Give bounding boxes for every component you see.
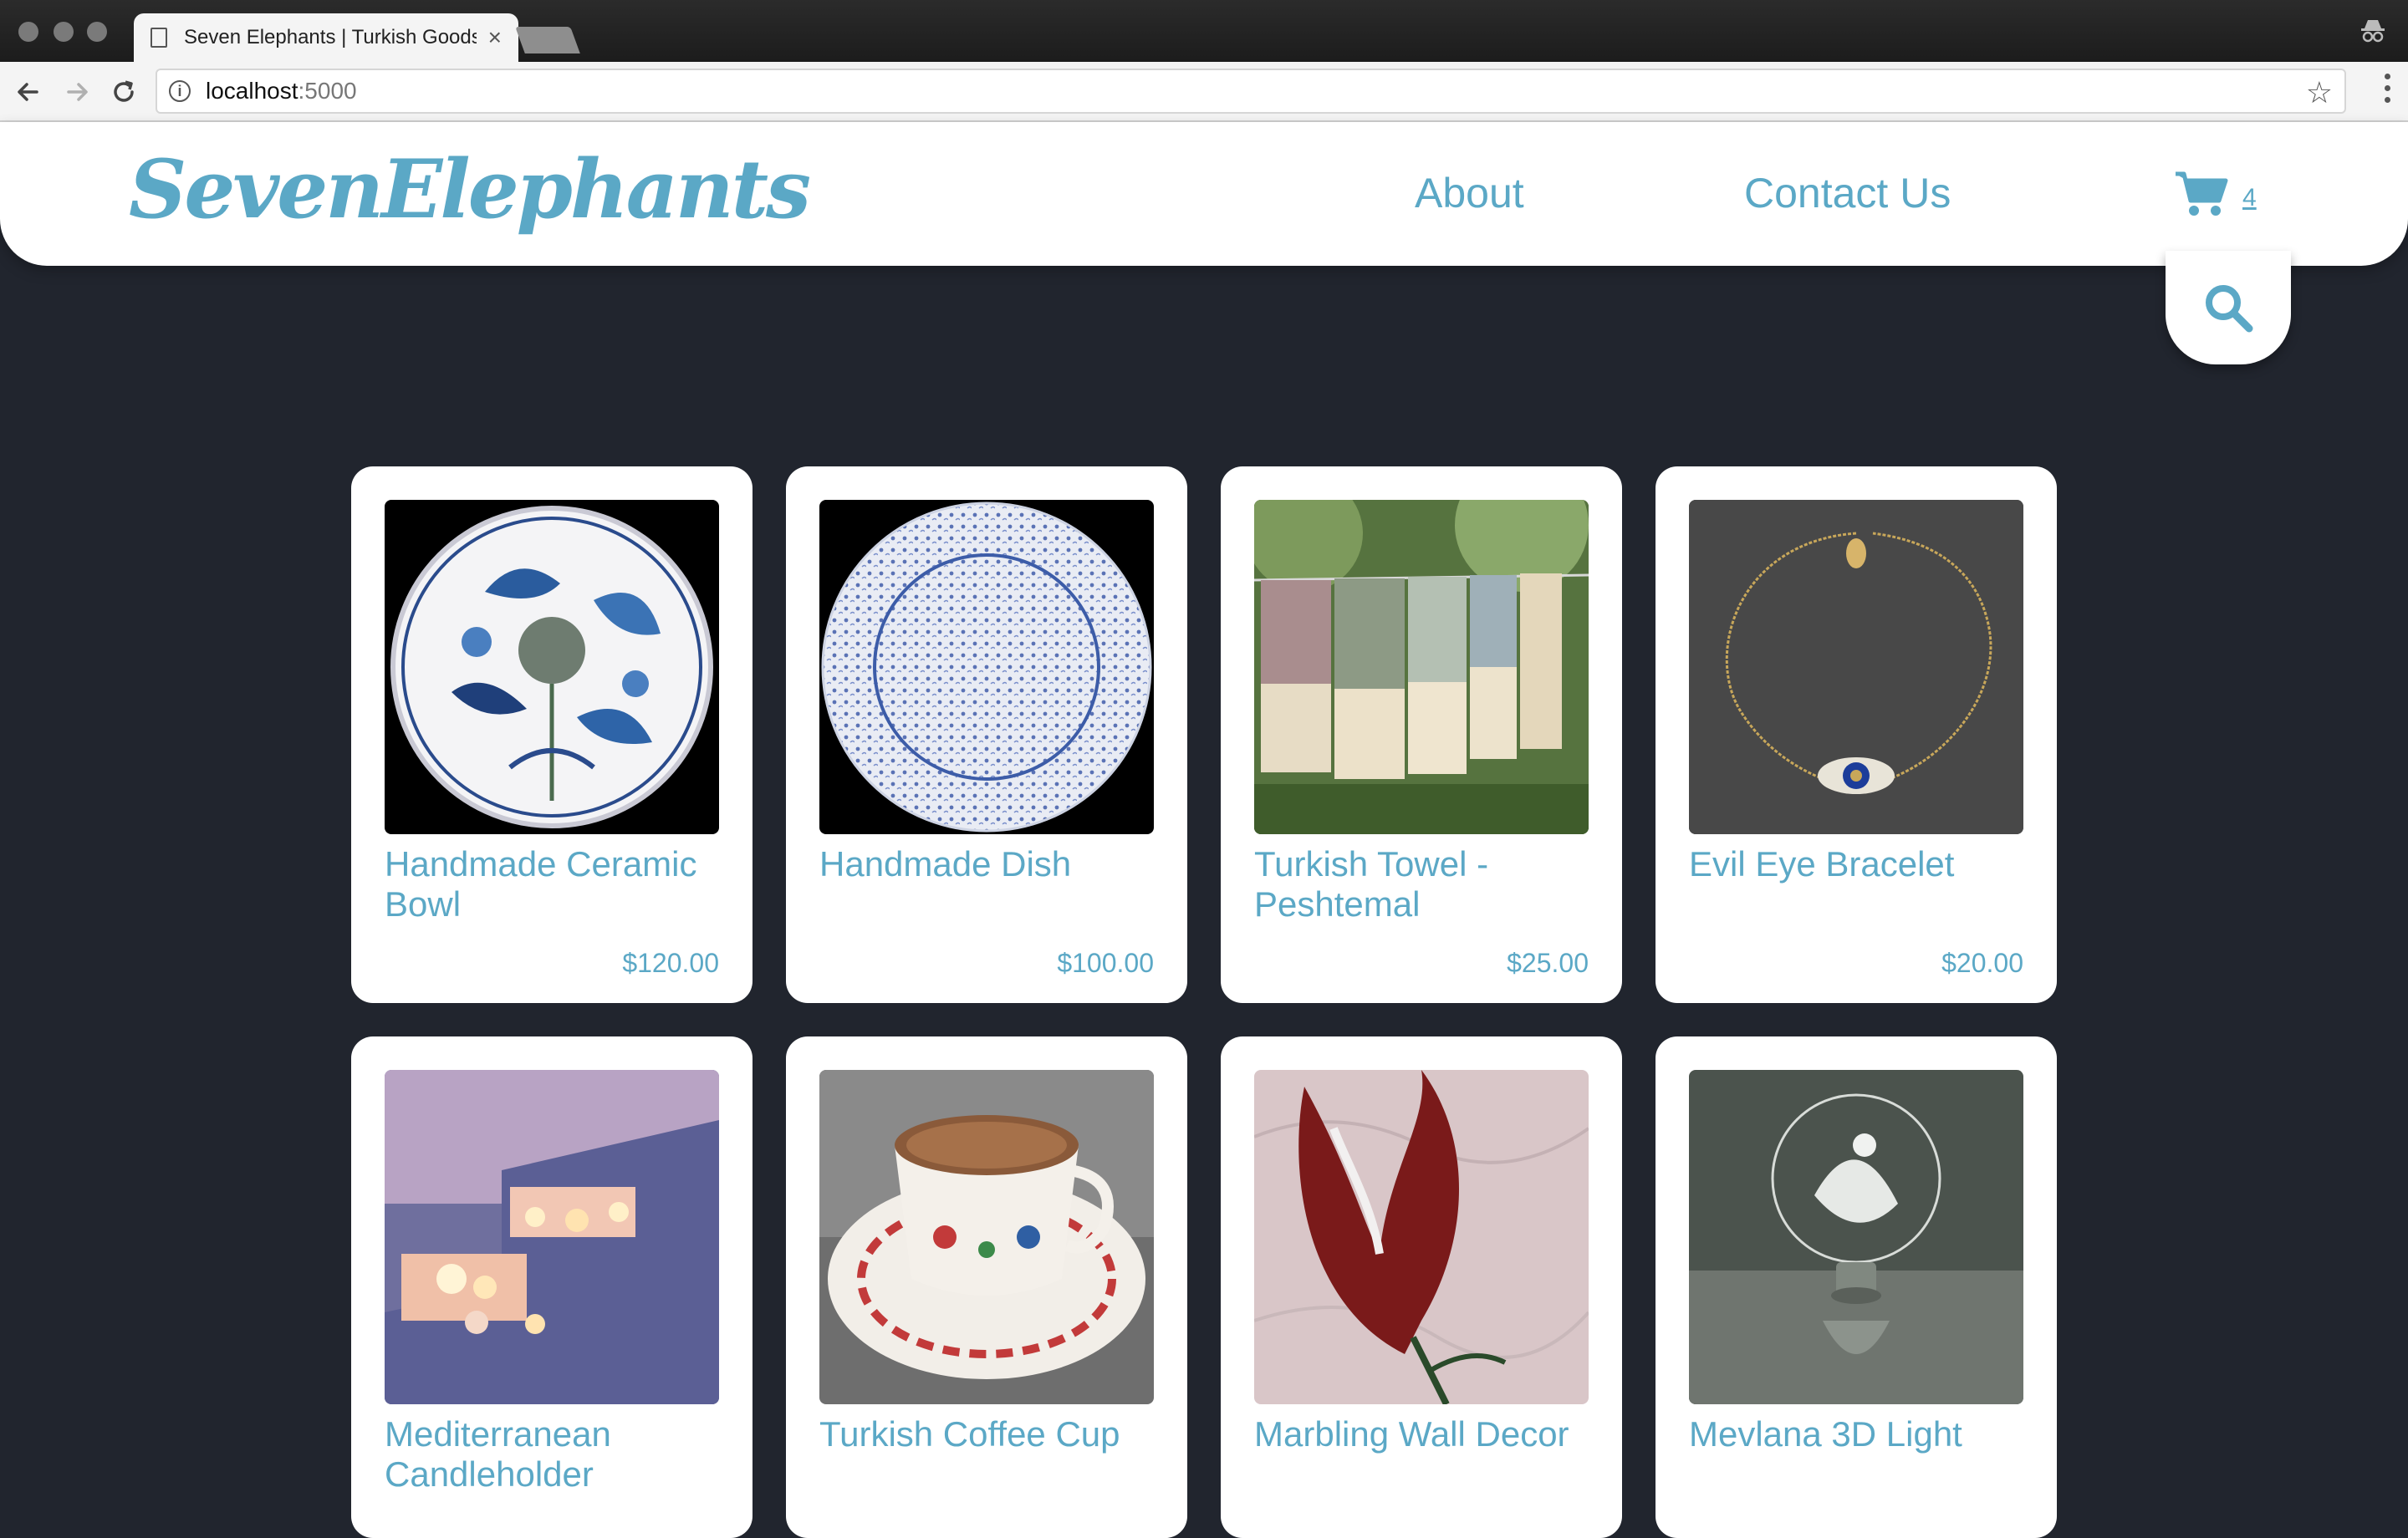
reload-icon[interactable] — [107, 75, 140, 109]
shopping-cart-icon — [2176, 171, 2228, 216]
site-header: SevenElephants About Contact Us 4 — [0, 122, 2408, 266]
product-image-turkish-towel[interactable] — [1254, 500, 1589, 834]
product-image-mevlana-light[interactable] — [1689, 1070, 2023, 1404]
address-bar[interactable]: i localhost:5000 ☆ — [156, 69, 2346, 114]
product-card[interactable]: Mediterranean Candleholder — [351, 1036, 752, 1538]
product-image-evil-eye-bracelet[interactable] — [1689, 500, 2023, 834]
product-image-handmade-dish[interactable] — [819, 500, 1154, 834]
product-card[interactable]: Turkish Towel - Peshtemal $25.00 — [1221, 466, 1622, 1003]
nav-about-link[interactable]: About — [1415, 169, 1524, 217]
product-image-ceramic-bowl[interactable] — [385, 500, 719, 834]
product-price: $120.00 — [622, 948, 719, 978]
forward-arrow-icon[interactable] — [60, 75, 94, 109]
product-name[interactable]: Handmade Ceramic Bowl — [385, 844, 719, 924]
cart-button[interactable]: 4 — [2174, 171, 2257, 217]
search-button[interactable] — [2166, 251, 2291, 364]
product-name[interactable]: Marbling Wall Decor — [1254, 1414, 1589, 1454]
product-image-coffee-cup[interactable] — [819, 1070, 1154, 1404]
product-name[interactable]: Evil Eye Bracelet — [1689, 844, 2023, 884]
product-price: $100.00 — [1057, 948, 1154, 978]
product-name[interactable]: Mediterranean Candleholder — [385, 1414, 719, 1495]
minimize-window-button[interactable] — [54, 22, 74, 42]
browser-tab[interactable]: Seven Elephants | Turkish Goods × — [134, 13, 518, 62]
product-card[interactable]: Turkish Coffee Cup — [786, 1036, 1187, 1538]
product-card[interactable]: Evil Eye Bracelet $20.00 — [1656, 466, 2057, 1003]
tab-title: Seven Elephants | Turkish Goods — [183, 26, 477, 48]
product-card[interactable]: Mevlana 3D Light — [1656, 1036, 2057, 1538]
product-card[interactable]: Marbling Wall Decor — [1221, 1036, 1622, 1538]
search-icon — [2206, 285, 2253, 333]
close-window-button[interactable] — [18, 22, 38, 42]
product-card[interactable]: Handmade Dish $100.00 — [786, 466, 1187, 1003]
product-name[interactable]: Turkish Towel - Peshtemal — [1254, 844, 1589, 924]
back-arrow-icon[interactable] — [12, 75, 45, 109]
maximize-window-button[interactable] — [87, 22, 107, 42]
bookmark-star-icon[interactable]: ☆ — [2306, 75, 2333, 110]
site-logo[interactable]: SevenElephants — [129, 145, 811, 234]
nav-contact-link[interactable]: Contact Us — [1744, 169, 1951, 217]
product-name[interactable]: Turkish Coffee Cup — [819, 1414, 1154, 1454]
product-image-candleholder[interactable] — [385, 1070, 719, 1404]
incognito-icon[interactable] — [2360, 17, 2386, 43]
new-tab-button[interactable] — [515, 27, 580, 53]
product-image-marbling-wall-decor[interactable] — [1254, 1070, 1589, 1404]
product-card[interactable]: Handmade Ceramic Bowl $120.00 — [351, 466, 752, 1003]
product-price: $25.00 — [1507, 948, 1589, 978]
cart-count[interactable]: 4 — [2242, 184, 2257, 212]
browser-menu-icon[interactable] — [2385, 74, 2391, 110]
page-icon — [150, 28, 167, 48]
url-port: :5000 — [298, 78, 357, 104]
product-name[interactable]: Mevlana 3D Light — [1689, 1414, 2023, 1454]
browser-titlebar: Seven Elephants | Turkish Goods × — [0, 0, 2408, 62]
tab-close-button[interactable]: × — [488, 26, 502, 49]
product-price: $20.00 — [1941, 948, 2023, 978]
url-host: localhost — [206, 78, 298, 104]
browser-toolbar: i localhost:5000 ☆ — [0, 62, 2408, 122]
product-name[interactable]: Handmade Dish — [819, 844, 1154, 884]
info-icon[interactable]: i — [169, 80, 191, 102]
